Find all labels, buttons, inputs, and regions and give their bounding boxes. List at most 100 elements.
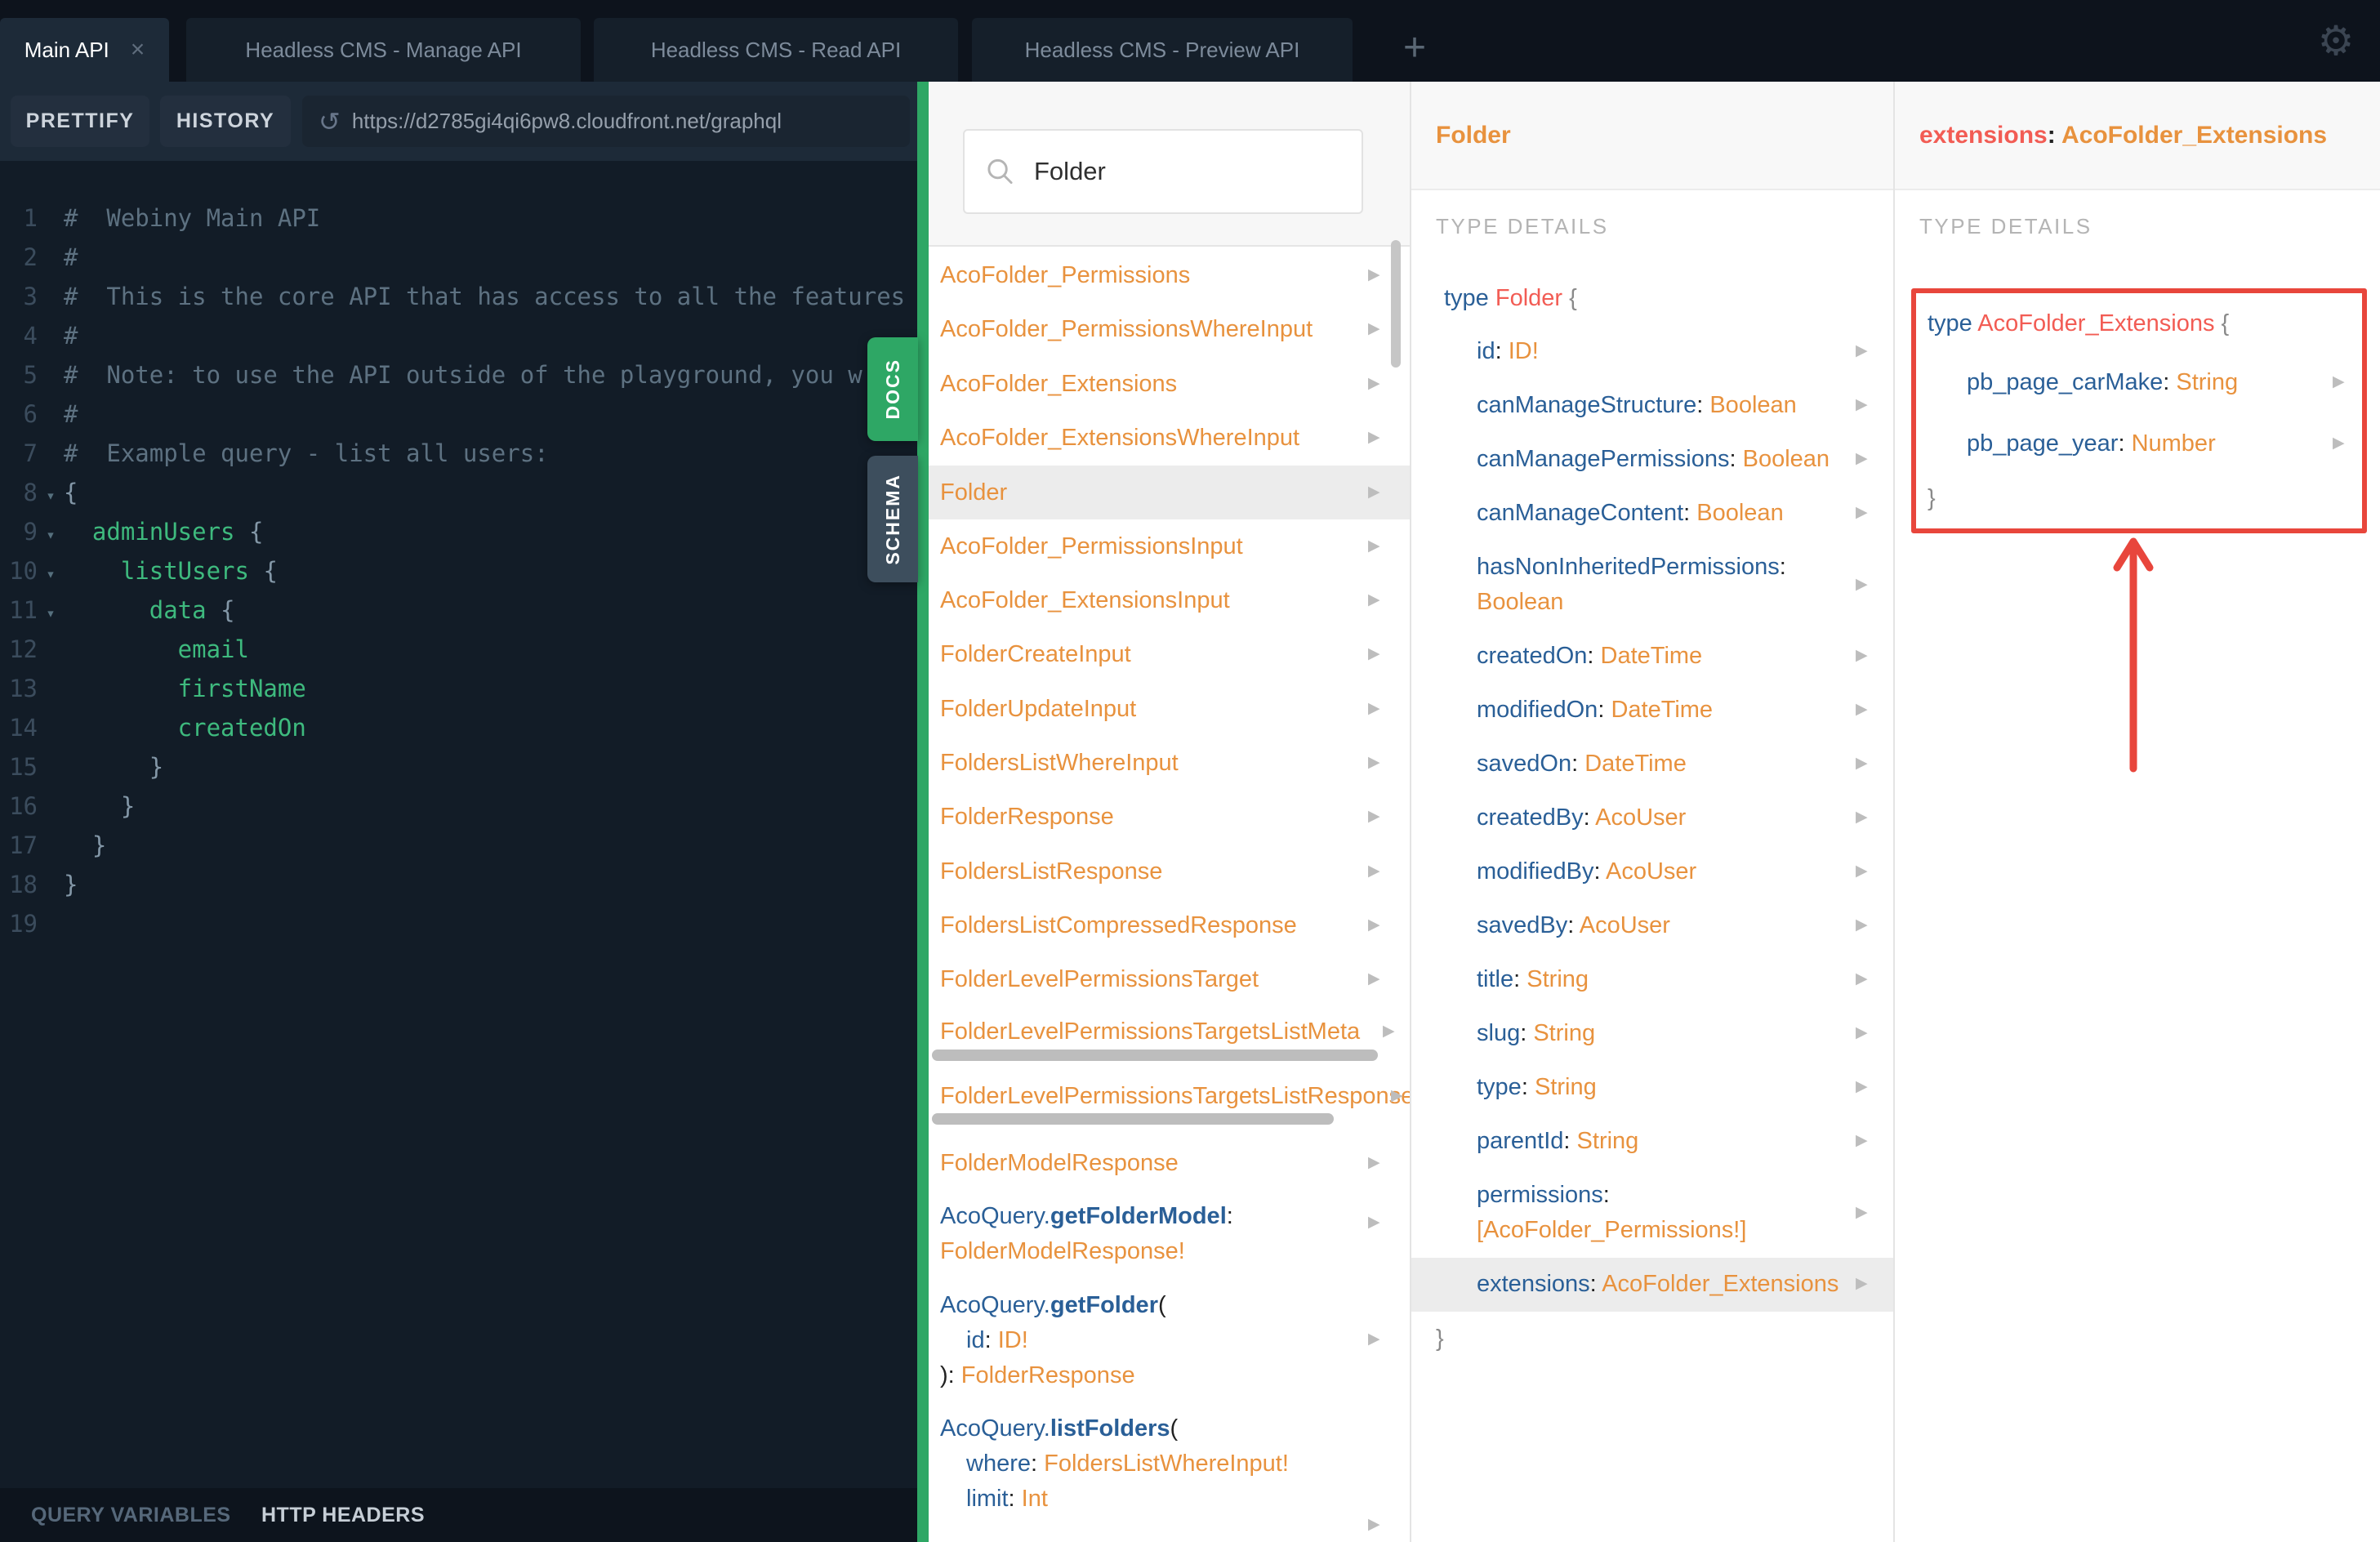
docs-query-item[interactable]: AcoQuery.getFolderModel: FolderModelResp… [929, 1199, 1410, 1269]
docs-query-item[interactable]: AcoQuery.getFolder( id: ID! ): FolderRes… [929, 1288, 1410, 1393]
code-line: 10 ▾ listUsers { [0, 551, 918, 591]
tab-headless-cms-preview-api[interactable]: Headless CMS - Preview API [972, 18, 1353, 82]
code-line: 14 createdOn [0, 708, 918, 747]
http-headers-tab[interactable]: HTTP HEADERS [261, 1488, 425, 1542]
disclosure-arrow-icon: ▶ [2333, 435, 2345, 452]
type-field-row[interactable]: permissions: [AcoFolder_Permissions!] [1477, 1169, 1846, 1248]
docs-list-item[interactable]: FolderUpdateInput ▶ [929, 682, 1410, 736]
docs-list-item[interactable]: FolderCreateInput ▶ [929, 627, 1410, 681]
type-field-row[interactable]: createdBy: AcoUser [1477, 791, 1846, 836]
graphql-playground-window: Main API × Headless CMS - Manage API Head… [0, 0, 2380, 1542]
prettify-button[interactable]: PRETTIFY [11, 96, 149, 147]
docs-list-item[interactable]: AcoFolder_PermissionsInput ▶ [929, 519, 1410, 573]
type-field-row[interactable]: hasNonInheritedPermissions: Boolean [1477, 541, 1846, 620]
query-variables-tab[interactable]: QUERY VARIABLES [31, 1488, 231, 1542]
horizontal-scrollbar[interactable] [932, 1113, 1334, 1125]
docs-side-tab[interactable]: DOCS [867, 337, 918, 441]
disclosure-arrow-icon: ▶ [1856, 576, 1868, 593]
docs-list-item[interactable]: AcoFolder_Extensions ▶ [929, 357, 1410, 411]
reload-endpoint-icon[interactable]: ↺ [319, 106, 341, 137]
docs-list-item[interactable]: FolderResponse ▶ [929, 790, 1410, 844]
settings-gear-icon[interactable]: ⚙ [2313, 18, 2359, 64]
disclosure-arrow-icon: ▶ [1368, 1330, 1380, 1348]
new-tab-button[interactable]: + [1382, 18, 1447, 82]
tab-headless-cms-manage-api[interactable]: Headless CMS - Manage API [186, 18, 581, 82]
docs-list-item[interactable]: FoldersListWhereInput ▶ [929, 736, 1410, 790]
fold-arrow-icon[interactable]: ▾ [38, 555, 64, 594]
code-line: 17 } [0, 826, 918, 865]
type-field-row[interactable]: canManagePermissions: Boolean [1477, 433, 1846, 477]
docs-list-item[interactable]: AcoFolder_PermissionsWhereInput ▶ [929, 302, 1410, 356]
close-tab-icon[interactable]: × [131, 36, 145, 63]
docs-list-item[interactable]: AcoFolder_ExtensionsWhereInput ▶ [929, 411, 1410, 465]
tab-label: Headless CMS - Manage API [245, 38, 522, 62]
type-close-brace: } [1928, 485, 1936, 511]
code-line: 19 [0, 904, 918, 943]
fold-arrow-icon[interactable]: ▾ [38, 476, 64, 515]
disclosure-arrow-icon: ▶ [1856, 755, 1868, 772]
type-field-row[interactable]: pb_page_year: Number [1967, 417, 2333, 461]
type-field-row[interactable]: modifiedOn: DateTime [1477, 684, 1846, 728]
type-field-row[interactable]: createdOn: DateTime [1477, 630, 1846, 674]
disclosure-arrow-icon: ▶ [1368, 1214, 1380, 1231]
type-field-row[interactable]: type: String [1477, 1061, 1846, 1105]
type-field-row[interactable]: id: ID! [1477, 325, 1846, 369]
docs-list-item[interactable]: AcoFolder_ExtensionsInput ▶ [929, 573, 1410, 627]
disclosure-arrow-icon: ▶ [1368, 1516, 1380, 1533]
vertical-scrollbar-thumb[interactable] [1391, 240, 1401, 368]
type-field-row[interactable]: title: String [1477, 953, 1846, 997]
type-field-row[interactable]: pb_page_carMake: String [1967, 356, 2333, 400]
disclosure-arrow-icon: ▶ [1368, 754, 1380, 771]
code-line: 4 # [0, 316, 918, 355]
panel-title: extensions: AcoFolder_Extensions [1919, 122, 2328, 149]
docs-list-item[interactable]: FolderLevelPermissionsTarget ▶ [929, 952, 1410, 1006]
line-number: 2 [23, 243, 38, 271]
disclosure-arrow-icon: ▶ [1368, 484, 1380, 501]
pane-divider[interactable] [917, 82, 929, 1542]
line-number: 6 [23, 400, 38, 428]
disclosure-arrow-icon: ▶ [1368, 375, 1380, 392]
docs-query-item[interactable]: AcoQuery.listFolders( where: FoldersList… [929, 1411, 1410, 1517]
editor-bottom-bar: QUERY VARIABLES HTTP HEADERS [0, 1488, 918, 1542]
schema-side-tab[interactable]: SCHEMA [867, 456, 918, 582]
type-field-row[interactable]: slug: String [1477, 1007, 1846, 1051]
editor-toolbar: PRETTIFY HISTORY ↺ [0, 82, 918, 161]
type-field-row[interactable]: canManageContent: Boolean [1477, 487, 1846, 531]
type-field-row[interactable]: savedBy: AcoUser [1477, 899, 1846, 943]
fold-arrow-icon[interactable]: ▾ [38, 515, 64, 555]
code-line: 6 # [0, 394, 918, 434]
docs-list-item-selected[interactable]: Folder ▶ [929, 466, 1410, 519]
code-line: 12 email [0, 630, 918, 669]
tab-main-api[interactable]: Main API × [0, 18, 169, 82]
endpoint-url-input[interactable] [350, 108, 910, 135]
disclosure-arrow-icon: ▶ [2333, 373, 2345, 390]
history-button[interactable]: HISTORY [160, 96, 291, 147]
disclosure-arrow-icon: ▶ [1856, 916, 1868, 934]
line-number: 10 [9, 557, 38, 585]
disclosure-arrow-icon: ▶ [1368, 645, 1380, 662]
tab-headless-cms-read-api[interactable]: Headless CMS - Read API [594, 18, 958, 82]
panel-header: extensions: AcoFolder_Extensions [1895, 82, 2380, 190]
type-field-row[interactable]: savedOn: DateTime [1477, 738, 1846, 782]
disclosure-arrow-icon: ▶ [1856, 809, 1868, 826]
line-number: 3 [23, 283, 38, 310]
horizontal-scrollbar[interactable] [932, 1050, 1378, 1061]
line-number: 1 [23, 204, 38, 232]
fold-arrow-icon[interactable]: ▾ [38, 594, 64, 633]
docs-list-item[interactable]: AcoFolder_Permissions ▶ [929, 248, 1410, 302]
docs-search-input[interactable] [1032, 156, 1362, 187]
docs-list-item[interactable]: FoldersListResponse ▶ [929, 845, 1410, 898]
type-field-row[interactable]: parentId: String [1477, 1115, 1846, 1159]
docs-list-item[interactable]: FoldersListCompressedResponse ▶ [929, 898, 1410, 952]
disclosure-arrow-icon: ▶ [1856, 862, 1868, 880]
type-field-row[interactable]: modifiedBy: AcoUser [1477, 845, 1846, 889]
graphql-query-editor[interactable]: 1 # Webiny Main API 2 # 3 # This is the cor… [0, 161, 918, 1542]
docs-list-item[interactable]: FolderModelResponse ▶ [929, 1136, 1410, 1190]
type-field-row-selected[interactable]: extensions: AcoFolder_Extensions [1477, 1258, 1846, 1302]
code-line: 8 ▾{ [0, 473, 918, 512]
type-field-row[interactable]: canManageStructure: Boolean [1477, 379, 1846, 423]
disclosure-arrow-icon: ▶ [1368, 700, 1380, 717]
disclosure-arrow-icon: ▶ [1391, 1087, 1403, 1104]
line-number: 17 [9, 831, 38, 859]
disclosure-arrow-icon: ▶ [1368, 808, 1380, 825]
